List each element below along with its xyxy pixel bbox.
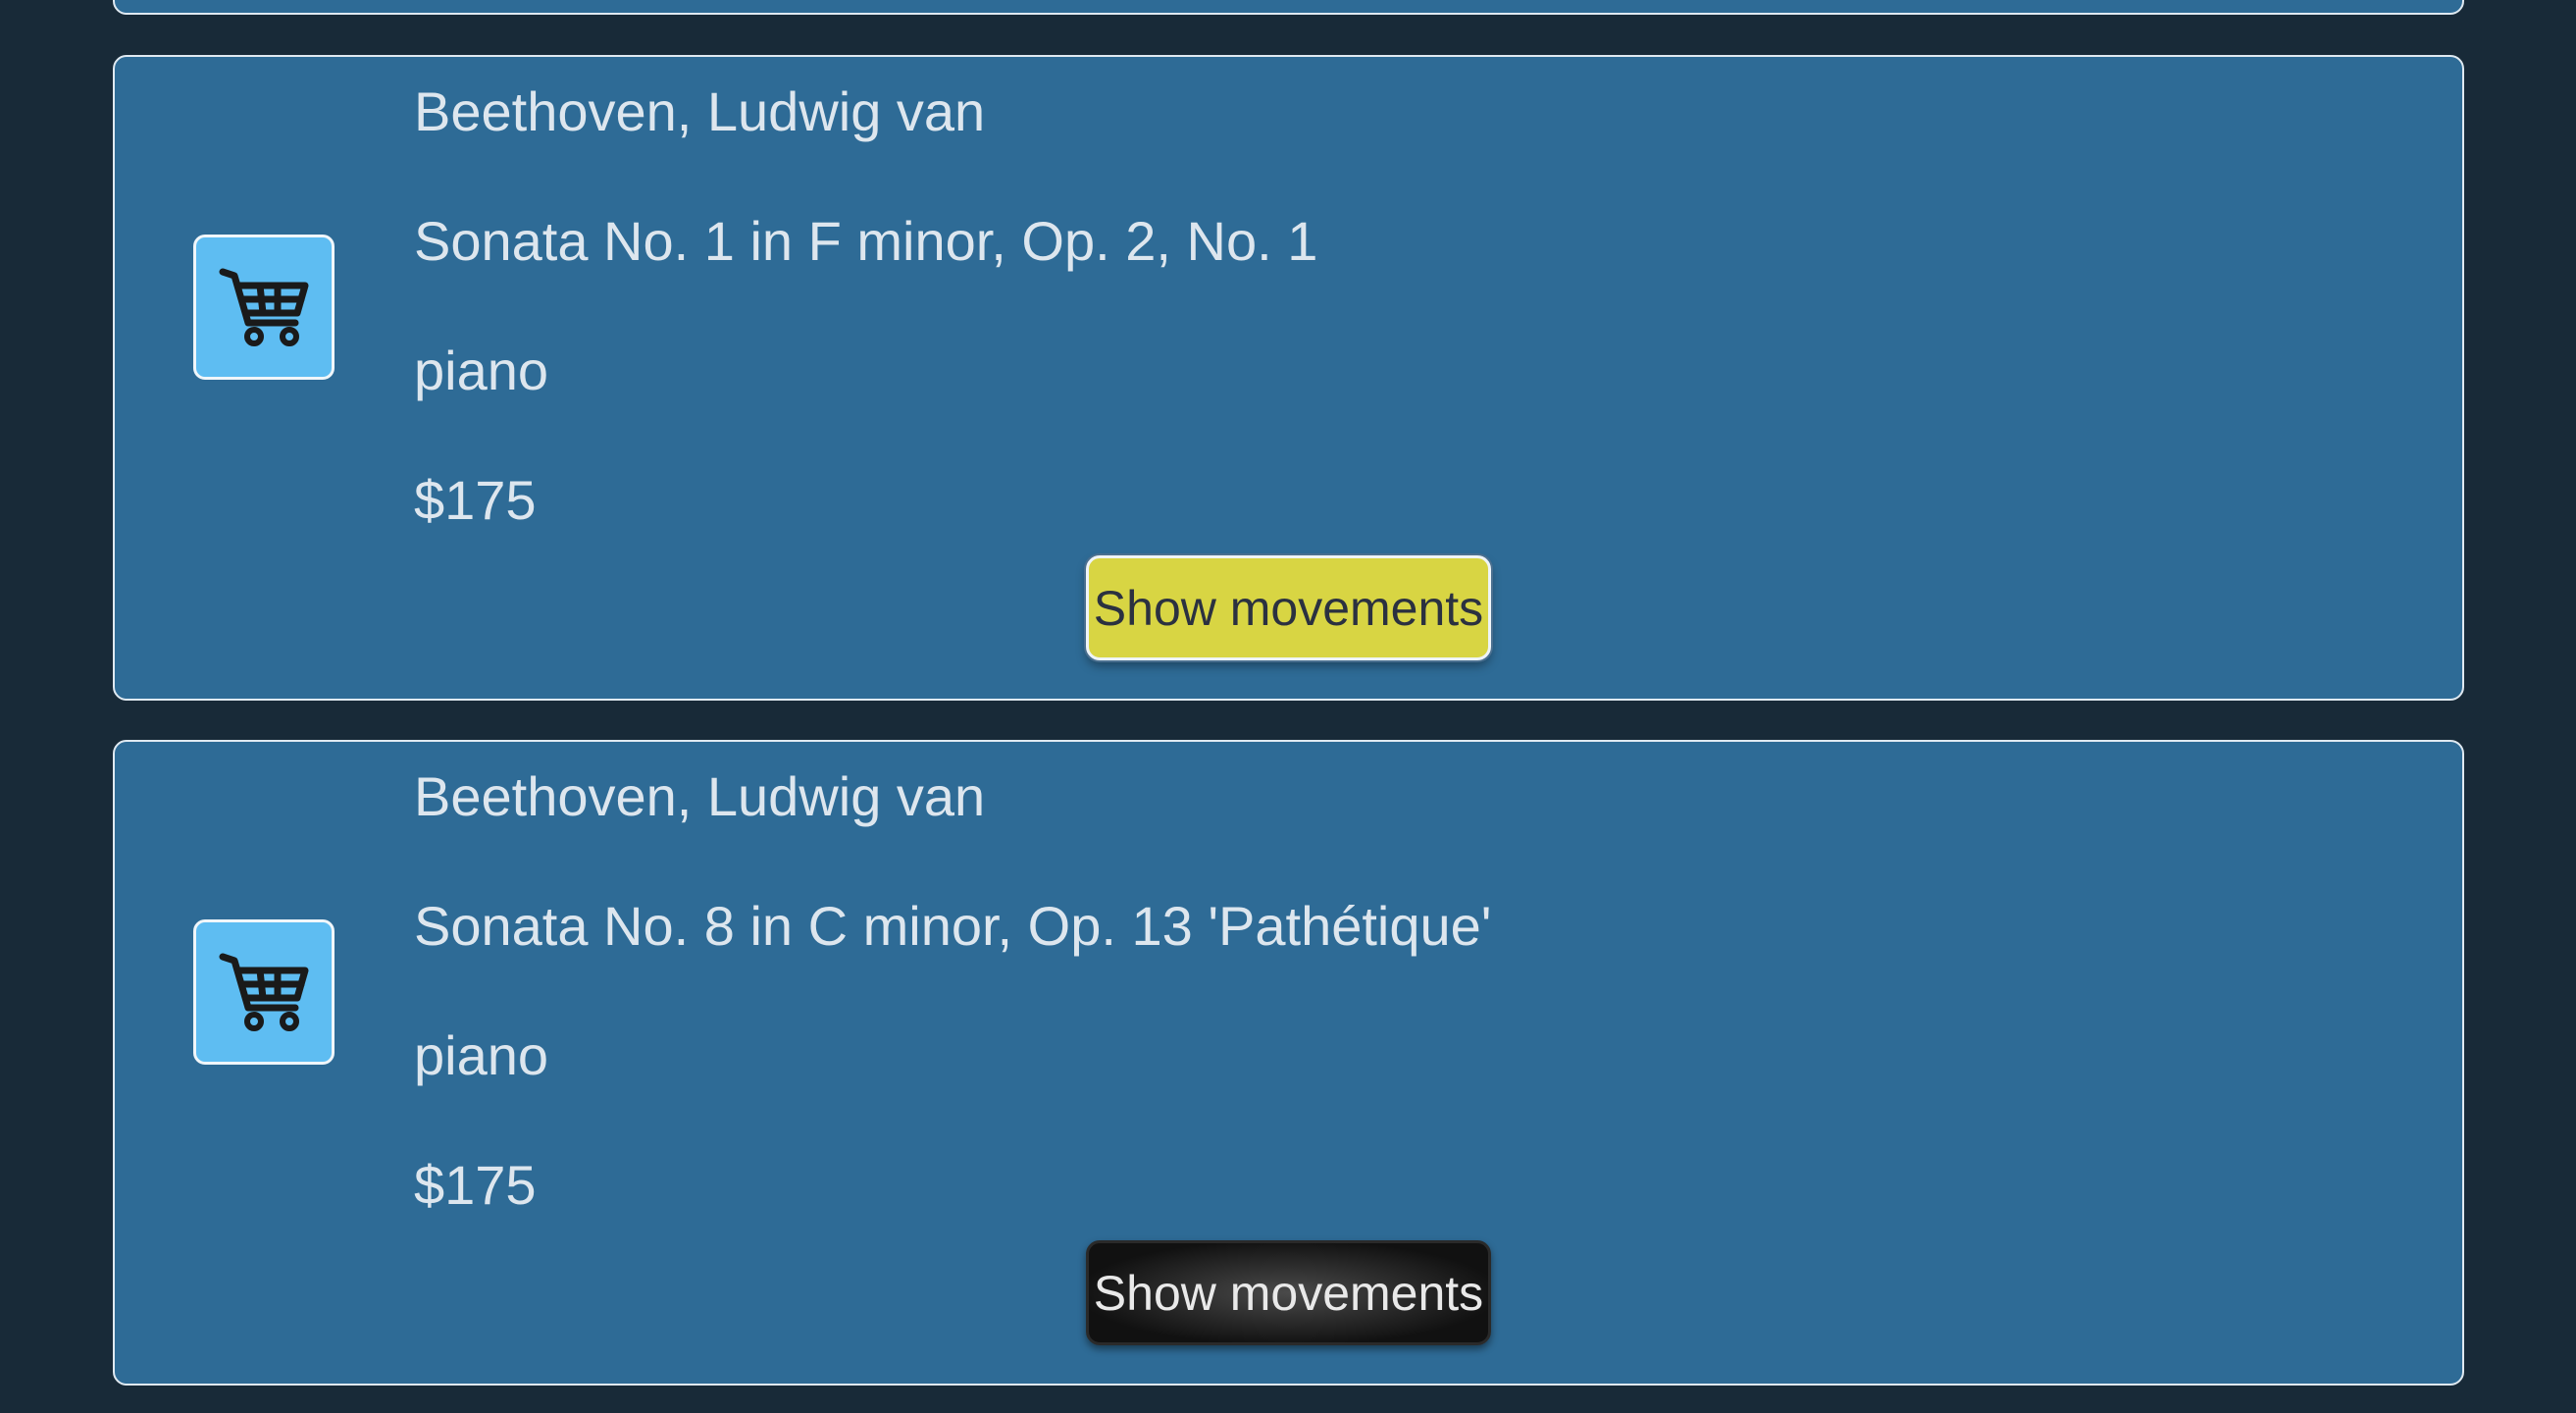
composer-name: Beethoven, Ludwig van [414,80,986,142]
price: $175 [414,469,537,531]
price: $175 [414,1154,537,1216]
add-to-cart-button[interactable] [193,235,335,380]
work-title: Sonata No. 8 in C minor, Op. 13 'Pathéti… [414,895,1492,957]
instrument: piano [414,340,549,401]
shopping-cart-icon [219,268,309,346]
instrument: piano [414,1024,549,1086]
work-title: Sonata No. 1 in F minor, Op. 2, No. 1 [414,210,1318,272]
composer-name: Beethoven, Ludwig van [414,765,986,827]
score-item-card: Beethoven, Ludwig van Sonata No. 1 in F … [113,55,2464,701]
score-item-card: Beethoven, Ludwig van Sonata No. 8 in C … [113,740,2464,1386]
add-to-cart-button[interactable] [193,919,335,1065]
shopping-cart-icon [219,953,309,1031]
show-movements-button[interactable]: Show movements [1086,1240,1491,1345]
previous-item-card [113,0,2464,15]
show-movements-button[interactable]: Show movements [1086,555,1491,660]
